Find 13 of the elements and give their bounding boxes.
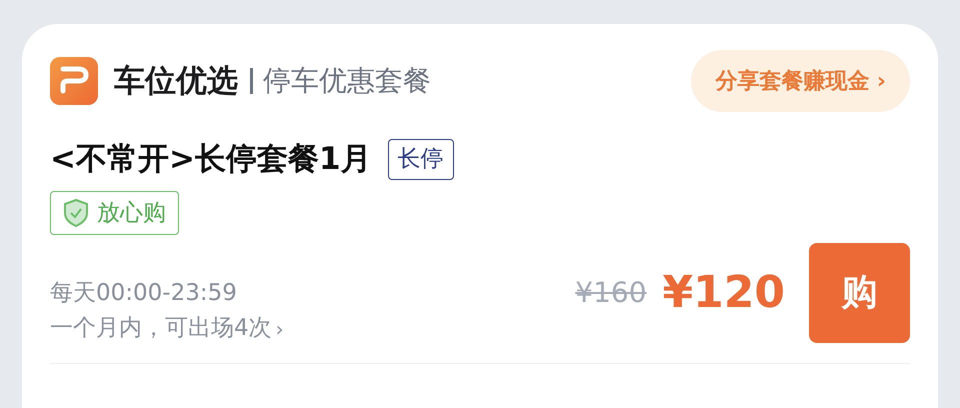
- brand-name: 车位优选: [114, 62, 238, 101]
- package-tag: 长停: [388, 139, 454, 180]
- exit-rule-link[interactable]: 一个月内，可出场4次 ›: [50, 315, 284, 343]
- package-title: <不常开>长停套餐1月: [50, 140, 372, 179]
- original-price: ¥160: [575, 275, 647, 311]
- share-button[interactable]: 分享套餐赚现金 ›: [691, 50, 910, 112]
- guarantee-badge: 放心购: [50, 190, 179, 235]
- shield-check-icon: [63, 198, 89, 227]
- hours-text: 每天00:00-23:59: [50, 280, 238, 308]
- page-subtitle: 停车优惠套餐: [263, 63, 431, 99]
- buy-button[interactable]: 购: [809, 243, 910, 343]
- sale-price: ¥120: [662, 271, 785, 315]
- parking-logo-icon: [50, 57, 98, 105]
